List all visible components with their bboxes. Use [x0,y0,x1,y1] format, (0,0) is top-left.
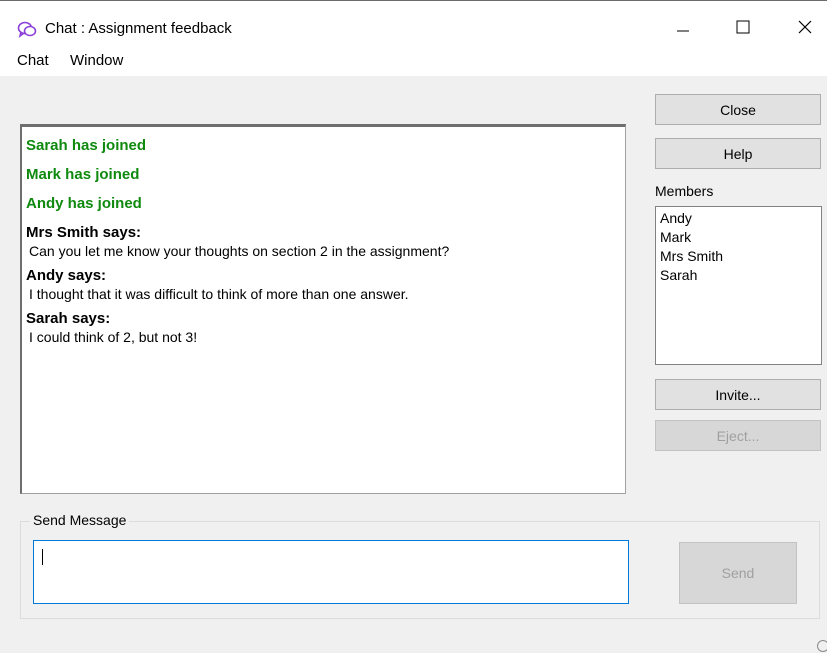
join-notice: Sarah has joined [26,137,147,154]
invite-button[interactable]: Invite... [655,379,821,410]
member-item[interactable]: Mrs Smith [660,247,821,266]
chat-message: Sarah says: I could think of 2, but not … [26,310,625,346]
message-text: I could think of 2, but not 3! [29,329,198,345]
help-button[interactable]: Help [655,138,821,169]
minimize-button[interactable] [660,7,706,47]
minimize-icon [677,30,689,32]
chat-message: Andy says: I thought that it was difficu… [26,267,625,303]
maximize-button[interactable] [720,7,766,47]
message-sender: Sarah says: [26,310,111,327]
close-icon [798,20,812,34]
chat-bubbles-icon [17,21,37,39]
chat-message: Mrs Smith says: Can you let me know your… [26,224,625,260]
join-notice: Andy has joined [26,195,142,212]
window-title: Chat : Assignment feedback [45,20,232,37]
member-item[interactable]: Mark [660,228,821,247]
message-text: Can you let me know your thoughts on sec… [29,243,450,259]
close-window-button[interactable] [782,7,827,47]
members-label: Members [655,183,714,199]
member-item[interactable]: Andy [660,209,821,228]
maximize-icon [736,20,750,34]
send-message-label: Send Message [30,512,130,528]
title-bar[interactable]: Chat : Assignment feedback [0,0,827,47]
message-sender: Andy says: [26,267,107,284]
menu-chat[interactable]: Chat [17,52,49,69]
resize-grip-icon [817,640,827,652]
text-caret [42,549,43,565]
join-notice: Mark has joined [26,166,140,183]
chat-transcript[interactable]: Sarah has joined Mark has joined Andy ha… [20,124,626,494]
members-list[interactable]: Andy Mark Mrs Smith Sarah [655,206,822,365]
close-button[interactable]: Close [655,94,821,125]
eject-button[interactable]: Eject... [655,420,821,451]
message-text: I thought that it was difficult to think… [29,286,409,302]
menu-window[interactable]: Window [70,52,123,69]
message-input[interactable] [33,540,629,604]
message-sender: Mrs Smith says: [26,224,142,241]
send-button[interactable]: Send [679,542,797,604]
member-item[interactable]: Sarah [660,266,821,285]
menu-bar: Chat Window [0,46,827,76]
